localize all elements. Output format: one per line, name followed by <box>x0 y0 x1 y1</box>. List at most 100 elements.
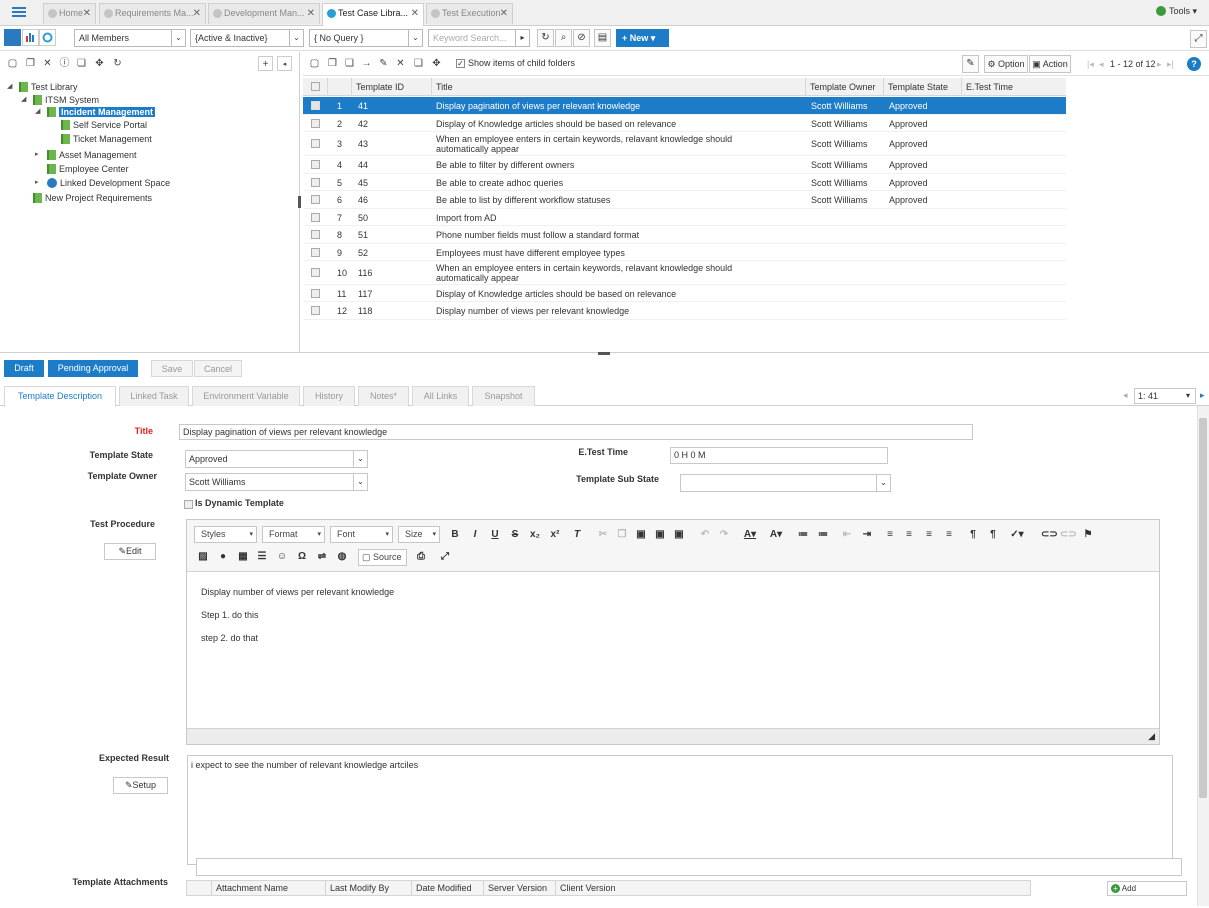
row-checkbox[interactable] <box>311 178 320 187</box>
save-button[interactable]: Save <box>151 360 193 377</box>
dynamic-template-checkbox[interactable] <box>184 500 193 509</box>
paste-icon[interactable]: ❏ <box>411 56 426 71</box>
tree-item-sibling[interactable]: ▸ Linked Development Space <box>35 177 170 189</box>
show-child-checkbox[interactable]: ✓ <box>456 59 465 68</box>
strikethrough-icon[interactable]: S <box>508 528 522 542</box>
tree-item-project[interactable]: New Project Requirements <box>33 192 152 204</box>
tree-item-project[interactable]: ◢ ITSM System <box>21 94 99 106</box>
col-template-owner[interactable]: Template Owner <box>805 78 883 96</box>
setup-button[interactable]: ✎Setup <box>113 777 168 794</box>
status-select[interactable]: {Active & Inactive} ⌄ <box>190 29 304 47</box>
flash-icon[interactable]: ● <box>216 550 230 564</box>
cancel-button[interactable]: Cancel <box>194 360 242 377</box>
tree-item-sibling[interactable]: Employee Center <box>47 163 129 175</box>
styles-dropdown[interactable]: Styles ▾ <box>194 526 257 543</box>
indent-icon[interactable]: ⇥ <box>860 528 874 542</box>
record-selector[interactable]: 1: 41 ▾ <box>1134 388 1196 404</box>
action-button[interactable]: ▣ Action <box>1029 55 1071 73</box>
tree-item-sibling[interactable]: ▸ Asset Management <box>35 149 137 161</box>
print-icon[interactable]: ⎙ <box>414 550 428 564</box>
col-title[interactable]: Title <box>431 78 805 96</box>
superscript-icon[interactable]: x² <box>548 528 562 542</box>
bold-icon[interactable]: B <box>448 528 462 542</box>
font-dropdown[interactable]: Font ▾ <box>330 526 393 543</box>
close-icon[interactable]: ✕ <box>307 4 315 23</box>
maximize-icon[interactable]: ⤢ <box>438 550 452 564</box>
redo-icon[interactable]: ↷ <box>717 528 731 542</box>
tab-test-case-library[interactable]: Test Case Libra... ✕ <box>322 3 424 26</box>
align-left-icon[interactable]: ≡ <box>883 528 897 542</box>
col-template-state[interactable]: Template State <box>883 78 961 96</box>
table-row[interactable]: 2 42 Display of Knowledge articles should … <box>303 115 1066 132</box>
tab-snapshot[interactable]: Snapshot <box>472 386 535 406</box>
row-checkbox[interactable] <box>311 306 320 315</box>
underline-icon[interactable]: U <box>488 528 502 542</box>
expected-result-subfield[interactable] <box>196 858 1182 876</box>
close-icon[interactable]: ✕ <box>500 4 508 23</box>
refresh-icon[interactable]: ↻ <box>537 29 554 47</box>
close-icon[interactable]: ✕ <box>411 4 419 23</box>
tree-item-root[interactable]: ◢ Test Library <box>7 81 78 93</box>
editor-content[interactable]: Display number of views per relevant kno… <box>201 586 394 655</box>
ltr-icon[interactable]: ¶ <box>966 528 980 542</box>
template-state-select[interactable]: Approved ⌄ <box>185 450 368 468</box>
subscript-icon[interactable]: x₂ <box>528 528 542 542</box>
row-checkbox[interactable] <box>311 230 320 239</box>
sub-state-select[interactable]: ⌄ <box>680 474 891 492</box>
tree-item-selected[interactable]: ◢ Incident Management <box>35 106 156 118</box>
col-template-id[interactable]: Template ID <box>351 78 431 96</box>
table-row[interactable]: 5 45 Be able to create adhoc queries Scott … <box>303 174 1066 191</box>
tab-test-execution[interactable]: Test Execution ✕ <box>426 3 513 24</box>
collapse-pane-icon[interactable]: ◂ <box>277 56 292 71</box>
clear-filter-icon[interactable]: ⊘ <box>573 29 590 47</box>
scrollbar-thumb[interactable] <box>1199 418 1207 798</box>
copy-icon[interactable]: ❐ <box>325 56 340 71</box>
etest-time-input[interactable]: 0 H 0 M <box>670 447 888 464</box>
arrow-right-icon[interactable]: → <box>359 56 374 71</box>
table-row[interactable]: 8 51 Phone number fields must follow a sta… <box>303 226 1066 244</box>
hamburger-menu-icon[interactable] <box>12 7 26 17</box>
align-center-icon[interactable]: ≡ <box>902 528 916 542</box>
tab-requirements[interactable]: Requirements Ma... ✕ <box>99 3 206 24</box>
new-folder-icon[interactable]: ▢ <box>5 56 20 71</box>
row-checkbox[interactable] <box>311 195 320 204</box>
cut-icon[interactable]: ✂ <box>596 528 610 542</box>
row-checkbox[interactable] <box>311 289 320 298</box>
col-client-version[interactable]: Client Version <box>555 881 627 895</box>
outdent-icon[interactable]: ⇤ <box>840 528 854 542</box>
members-select[interactable]: All Members ⌄ <box>74 29 186 47</box>
layout-icon[interactable]: ▤ <box>594 29 611 47</box>
tree-view-icon[interactable] <box>4 29 21 46</box>
draft-button[interactable]: Draft <box>4 360 44 377</box>
row-checkbox[interactable] <box>311 101 320 110</box>
row-checkbox[interactable] <box>311 248 320 257</box>
edit-grid-icon[interactable]: ✎ <box>962 55 979 73</box>
link-icon[interactable]: ⊂⊃ <box>1041 528 1058 542</box>
tab-history[interactable]: History <box>303 386 355 406</box>
row-checkbox[interactable] <box>311 213 320 222</box>
delete-icon[interactable]: ✕ <box>393 56 408 71</box>
col-last-modify-by[interactable]: Last Modify By <box>325 881 411 895</box>
tab-linked-task[interactable]: Linked Task <box>119 386 189 406</box>
chart-icon[interactable] <box>22 29 39 46</box>
source-button[interactable]: ▢ Source <box>358 549 407 566</box>
help-icon[interactable]: ? <box>1187 57 1201 71</box>
tree-item-child[interactable]: Self Service Portal <box>61 119 147 131</box>
title-input[interactable]: Display pagination of views per relevant… <box>179 424 973 440</box>
unlink-icon[interactable]: ⊂⊃ <box>1060 528 1077 542</box>
smiley-icon[interactable]: ☺ <box>275 550 289 564</box>
add-attachment-button[interactable]: + Add <box>1107 881 1187 896</box>
bulleted-list-icon[interactable]: ≔ <box>816 528 830 542</box>
paste-word-icon[interactable]: ▣ <box>672 528 686 542</box>
next-record-icon[interactable]: ▸ <box>1200 390 1205 401</box>
pane-resize-handle[interactable] <box>298 196 301 208</box>
settings-icon[interactable] <box>39 29 56 46</box>
iframe-icon[interactable]: ◍ <box>335 550 349 564</box>
table-row[interactable]: 6 46 Be able to list by different workflow… <box>303 191 1066 209</box>
option-button[interactable]: ⚙ Option <box>984 55 1028 73</box>
search-icon[interactable]: ⌕ <box>555 29 572 47</box>
edit-button[interactable]: ✎Edit <box>104 543 156 560</box>
move-icon[interactable]: ✥ <box>429 56 444 71</box>
copy-icon[interactable]: ❐ <box>615 528 629 542</box>
paste-icon[interactable]: ▣ <box>634 528 648 542</box>
